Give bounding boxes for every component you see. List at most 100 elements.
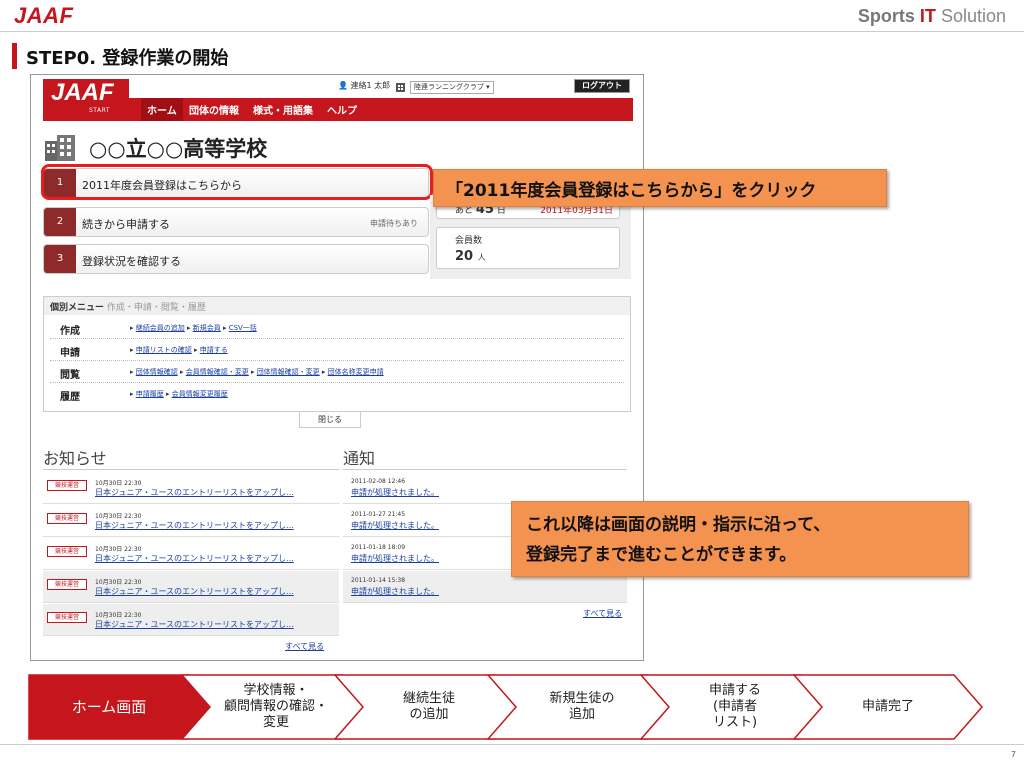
menu-row-create: 作成 ▸ 継続会員の追加 ▸ 新規会員 ▸ CSV一括	[50, 317, 624, 339]
guidance-line-2: 登録完了まで進むことができます。	[526, 545, 797, 565]
link-org-rename[interactable]: 団体名称変更申請	[328, 368, 384, 376]
category-badge: 競技運営	[47, 579, 87, 590]
close-menu-button[interactable]: 閉じる	[299, 412, 361, 428]
page-number: 7	[1010, 750, 1016, 759]
check-status-button[interactable]: 3 登録状況を確認する	[43, 244, 429, 274]
inbox-label: 受信	[579, 128, 594, 136]
notice-title: 通知	[343, 449, 376, 468]
menu-row-view: 閲覧 ▸ 団体情報確認 ▸ 会員情報確認・変更 ▸ 団体情報確認・変更 ▸ 団体…	[50, 361, 624, 383]
news-date: 10月30日 22:30	[95, 480, 142, 487]
link-org-info-edit[interactable]: 団体情報確認・変更	[257, 368, 320, 376]
guidance-callout: これ以降は画面の説明・指示に沿って、 登録完了まで進むことができます。	[511, 501, 969, 577]
link-new-member[interactable]: 新規会員	[193, 324, 221, 332]
step-title: STEP0. 登録作業の開始	[26, 48, 229, 69]
app-logo-sub: START	[89, 107, 111, 114]
individual-menu-header: 個別メニュー 作成・申請・閲覧・履歴	[44, 297, 630, 315]
notice-item[interactable]: 2011-02-08 12:46 申請が処理されました。	[343, 472, 627, 504]
brand-solution: Solution	[940, 6, 1006, 26]
link-org-info[interactable]: 団体情報確認	[136, 368, 178, 376]
notice-date: 2011-02-08 12:46	[351, 478, 406, 485]
notice-link[interactable]: 申請が処理されました。	[351, 520, 439, 531]
individual-menu: 個別メニュー 作成・申請・閲覧・履歴 作成 ▸ 継続会員の追加 ▸ 新規会員 ▸…	[43, 296, 631, 412]
flow-step-label: 申請完了	[861, 699, 914, 714]
logout-button[interactable]: ログアウト	[574, 79, 630, 93]
category-badge: 競技運営	[47, 612, 87, 623]
news-item[interactable]: 競技運営 10月30日 22:30 日本ジュニア・ユースのエントリーリストをアッ…	[43, 472, 339, 504]
nav-home[interactable]: ホーム	[141, 98, 183, 121]
pending-note: 申請待ちあり	[370, 219, 418, 228]
notice-link[interactable]: 申請が処理されました。	[351, 586, 439, 597]
flow-step-label: 継続生徒 の追加	[402, 691, 455, 722]
top-divider	[0, 31, 1024, 32]
link-add-continuing[interactable]: 継続会員の追加	[136, 324, 185, 332]
school-name: ○○立○○高等学校	[89, 137, 268, 161]
slide-logo: JAAF	[14, 3, 74, 28]
app-logo-text: JAAF	[51, 79, 114, 106]
send-button[interactable]: ✉ 送信	[601, 125, 631, 139]
flow-step-label: 学校情報・ 顧問情報の確認・ 変更	[223, 683, 328, 730]
stats-panel: あと 45 日 2011年03月31日 会員数 20 人	[430, 195, 631, 279]
flow-step-label: ホーム画面	[71, 698, 147, 716]
nav-organization-info[interactable]: 団体の情報	[189, 102, 239, 117]
notice-date: 2011-01-27 21:45	[351, 511, 406, 518]
school-building-icon	[45, 135, 75, 161]
news-see-all-link[interactable]: すべて見る	[285, 641, 324, 652]
link-apply[interactable]: 申請する	[200, 346, 228, 354]
link-csv-bulk[interactable]: CSV一括	[229, 324, 257, 332]
category-badge: 競技運営	[47, 513, 87, 524]
category-badge: 競技運営	[47, 546, 87, 557]
news-item[interactable]: 競技運営 10月30日 22:30 日本ジュニア・ユースのエントリーリストをアッ…	[43, 505, 339, 537]
row-links: ▸ 団体情報確認 ▸ 会員情報確認・変更 ▸ 団体情報確認・変更 ▸ 団体名称変…	[130, 368, 384, 376]
footer-divider	[0, 744, 1024, 745]
menu-label: 続きから申請する	[82, 218, 170, 231]
link-check-list[interactable]: 申請リストの確認	[136, 346, 192, 354]
individual-menu-subtitle: 作成・申請・閲覧・履歴	[106, 303, 206, 313]
news-link[interactable]: 日本ジュニア・ユースのエントリーリストをアップし...	[95, 487, 294, 498]
news-date: 10月30日 22:30	[95, 546, 142, 553]
news-link[interactable]: 日本ジュニア・ユースのエントリーリストをアップし...	[95, 619, 294, 630]
notice-date: 2011-01-14 15:38	[351, 577, 406, 584]
flow-step-label: 新規生徒の 追加	[549, 691, 615, 722]
link-member-change-history[interactable]: 会員情報変更履歴	[172, 390, 228, 398]
highlight-ring	[41, 164, 433, 200]
news-item[interactable]: 競技運営 10月30日 22:30 日本ジュニア・ユースのエントリーリストをアッ…	[43, 571, 339, 603]
link-application-history[interactable]: 申請履歴	[136, 390, 164, 398]
menu-label: 登録状況を確認する	[82, 255, 181, 268]
brand-logo: Sports IT Solution	[858, 6, 1006, 27]
news-link[interactable]: 日本ジュニア・ユースのエントリーリストをアップし...	[95, 586, 294, 597]
brand-sports: Sports	[857, 6, 915, 26]
inbox-button[interactable]: ✉ 受信	[567, 125, 597, 139]
notice-rule	[343, 469, 627, 470]
brand-it: IT	[919, 6, 936, 26]
row-links: ▸ 継続会員の追加 ▸ 新規会員 ▸ CSV一括	[130, 324, 257, 332]
news-date: 10月30日 22:30	[95, 579, 142, 586]
news-item[interactable]: 競技運営 10月30日 22:30 日本ジュニア・ユースのエントリーリストをアッ…	[43, 538, 339, 570]
nav-help[interactable]: ヘルプ	[327, 102, 357, 117]
news-date: 10月30日 22:30	[95, 612, 142, 619]
continue-application-button[interactable]: 2 続きから申請する 申請待ちあり	[43, 207, 429, 237]
news-link[interactable]: 日本ジュニア・ユースのエントリーリストをアップし...	[95, 553, 294, 564]
step-accent-bar	[12, 43, 17, 69]
notice-see-all-link[interactable]: すべて見る	[583, 608, 622, 619]
user-icon: 👤	[338, 81, 348, 90]
menu-row-apply: 申請 ▸ 申請リストの確認 ▸ 申請する	[50, 339, 624, 361]
club-select-value: 陸連ランニングクラブ	[414, 83, 484, 91]
news-item[interactable]: 競技運営 10月30日 22:30 日本ジュニア・ユースのエントリーリストをアッ…	[43, 604, 339, 636]
app-logo[interactable]: JAAF START	[43, 79, 129, 121]
news-title: お知らせ	[43, 449, 107, 468]
menu-number: 3	[44, 245, 76, 273]
send-label: 送信	[613, 128, 628, 136]
notice-link[interactable]: 申請が処理されました。	[351, 487, 439, 498]
club-select[interactable]: 陸連ランニングクラブ ▾	[410, 81, 494, 94]
news-link[interactable]: 日本ジュニア・ユースのエントリーリストをアップし...	[95, 520, 294, 531]
instruction-callout: 「2011年度会員登録はこちらから」をクリック	[433, 169, 887, 207]
row-heading: 作成	[60, 326, 80, 337]
row-heading: 申請	[60, 348, 80, 359]
individual-menu-title: 個別メニュー	[50, 303, 105, 313]
link-member-info[interactable]: 会員情報確認・変更	[186, 368, 249, 376]
notice-link[interactable]: 申請が処理されました。	[351, 553, 439, 564]
members-label: 会員数	[455, 236, 483, 246]
nav-forms-glossary[interactable]: 様式・用語集	[253, 102, 313, 117]
user-name: 連絡1 太郎	[350, 81, 391, 90]
notice-date: 2011-01-18 18:09	[351, 544, 406, 551]
